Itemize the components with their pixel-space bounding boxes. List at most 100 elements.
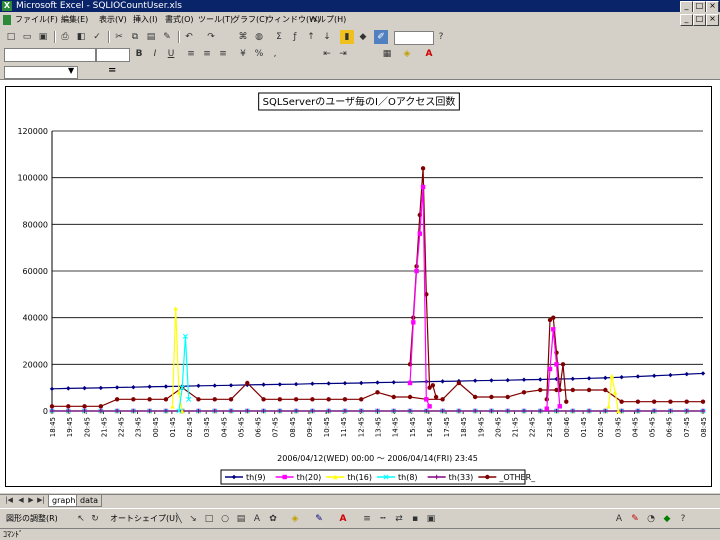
data-point (521, 377, 527, 382)
copy-icon[interactable]: ⧉ (128, 30, 142, 44)
autosum-icon[interactable]: Σ (272, 30, 286, 44)
doc-minimize-button[interactable]: _ (680, 14, 693, 26)
workbook-icon[interactable] (3, 15, 11, 25)
italic-icon[interactable]: I (148, 47, 162, 61)
clipart-icon[interactable]: ✿ (266, 512, 280, 526)
arrow-icon[interactable]: ↘ (186, 512, 200, 526)
oval-icon[interactable]: ○ (218, 512, 232, 526)
menu-chart[interactable]: グラフ(C) (232, 14, 268, 26)
open-icon[interactable]: ▭ (20, 30, 34, 44)
textbox-icon[interactable]: ▤ (234, 512, 248, 526)
menu-tools[interactable]: ツール(T) (198, 14, 233, 26)
save-icon[interactable]: ▣ (36, 30, 50, 44)
x-tick-label: 06:45 (255, 417, 263, 437)
data-point (440, 379, 445, 384)
borders-icon[interactable]: ▦ (380, 47, 394, 61)
data-point (293, 397, 299, 402)
x-tick-label: 10:45 (323, 417, 331, 437)
currency-icon[interactable]: ¥ (236, 47, 250, 61)
data-point (668, 399, 673, 404)
percent-icon[interactable]: % (252, 47, 266, 61)
arrow-style-icon[interactable]: ⇄ (392, 512, 406, 526)
fill-color-icon[interactable]: ◈ (288, 512, 302, 526)
x-tick-label: 08:45 (700, 417, 708, 437)
sort-desc-icon[interactable]: ↓ (320, 30, 334, 44)
line-style-icon[interactable]: ≡ (360, 512, 374, 526)
line-color-icon[interactable]: ✎ (312, 512, 326, 526)
redo-icon[interactable]: ↷ (204, 30, 218, 44)
ime-pad-icon[interactable]: ✎ (628, 512, 642, 526)
fill-color-icon[interactable]: ◈ (400, 47, 414, 61)
excel-app-icon[interactable]: X (2, 1, 12, 11)
autoshapes-menu-button[interactable]: オートシェイプ(U) (110, 513, 178, 525)
data-point (359, 397, 364, 402)
free-rotate-icon[interactable]: ↻ (88, 512, 102, 526)
align-center-icon[interactable]: ≡ (200, 47, 214, 61)
line-icon[interactable]: ╲ (172, 512, 186, 526)
paste-icon[interactable]: ▤ (144, 30, 158, 44)
font-size-select[interactable] (96, 48, 130, 62)
ime-tool-icon[interactable]: ◔ (644, 512, 658, 526)
doc-restore-button[interactable]: □ (693, 14, 706, 26)
font-color-icon[interactable]: A (336, 512, 350, 526)
menu-format[interactable]: 書式(O) (165, 14, 194, 26)
data-point (342, 381, 348, 386)
font-color-icon[interactable]: A (422, 47, 436, 61)
print-icon[interactable]: ⎙ (58, 30, 72, 44)
web-icon[interactable]: ◍ (252, 30, 266, 44)
x-tick-label: 03:45 (614, 417, 622, 437)
menu-help[interactable]: ヘルプ(H) (310, 14, 346, 26)
function-icon[interactable]: ƒ (288, 30, 302, 44)
x-tick-label: 21:45 (512, 417, 520, 437)
format-painter-icon[interactable]: ✎ (160, 30, 174, 44)
dash-style-icon[interactable]: ┅ (376, 512, 390, 526)
name-box[interactable] (4, 66, 78, 79)
window-title: Microsoft Excel - SQLIOCountUser.xls (16, 1, 182, 11)
data-point (700, 371, 706, 376)
data-point (98, 385, 104, 391)
tab-graph[interactable]: graph (48, 495, 80, 507)
map-icon[interactable]: ◆ (356, 30, 370, 44)
sort-asc-icon[interactable]: ↑ (304, 30, 318, 44)
menu-file[interactable]: ファイル(F) (15, 14, 58, 26)
legend-marker (282, 474, 287, 480)
3d-icon[interactable]: ▣ (424, 512, 438, 526)
align-right-icon[interactable]: ≡ (216, 47, 230, 61)
draw-menu-button[interactable]: 図形の調整(R) (6, 513, 58, 525)
zoom-select[interactable] (394, 31, 434, 45)
undo-icon[interactable]: ↶ (182, 30, 196, 44)
doc-close-button[interactable]: × (706, 14, 719, 26)
chart-wizard-icon[interactable]: ▮ (340, 30, 354, 44)
select-objects-icon[interactable]: ↖ (74, 512, 88, 526)
bold-icon[interactable]: B (132, 47, 146, 61)
menu-insert[interactable]: 挿入(I) (133, 14, 158, 26)
ime-help-icon[interactable]: ? (676, 512, 690, 526)
spellcheck-icon[interactable]: ✓ (90, 30, 104, 44)
decrease-indent-icon[interactable]: ⇤ (320, 47, 334, 61)
ime-dictionary-icon[interactable]: ◆ (660, 512, 674, 526)
menu-view[interactable]: 表示(V) (99, 14, 127, 26)
menu-edit[interactable]: 編集(E) (61, 14, 88, 26)
align-left-icon[interactable]: ≡ (184, 47, 198, 61)
data-point (310, 397, 315, 402)
new-icon[interactable]: □ (4, 30, 18, 44)
chevron-down-icon[interactable]: ▼ (68, 66, 74, 75)
hyperlink-icon[interactable]: ⌘ (236, 30, 250, 44)
wordart-icon[interactable]: A (250, 512, 264, 526)
increase-indent-icon[interactable]: ⇥ (336, 47, 350, 61)
comma-icon[interactable]: , (268, 47, 282, 61)
underline-icon[interactable]: U (164, 47, 178, 61)
cut-icon[interactable]: ✂ (112, 30, 126, 44)
tab-data[interactable]: data (76, 495, 103, 507)
data-point (49, 404, 55, 409)
data-point (82, 404, 87, 409)
office-assistant-icon[interactable]: ? (434, 30, 448, 44)
chart-area[interactable]: SQLServerのユーザ毎のI／Oアクセス回数 0 20000 40000 60000… (5, 86, 712, 487)
font-name-select[interactable] (4, 48, 96, 62)
shadow-icon[interactable]: ▪ (408, 512, 422, 526)
preview-icon[interactable]: ◧ (74, 30, 88, 44)
last-sheet-icon[interactable]: ▶| (34, 493, 48, 507)
rectangle-icon[interactable]: □ (202, 512, 216, 526)
drawing-icon[interactable]: ✐ (374, 30, 388, 44)
ime-mode-icon[interactable]: A (612, 512, 626, 526)
